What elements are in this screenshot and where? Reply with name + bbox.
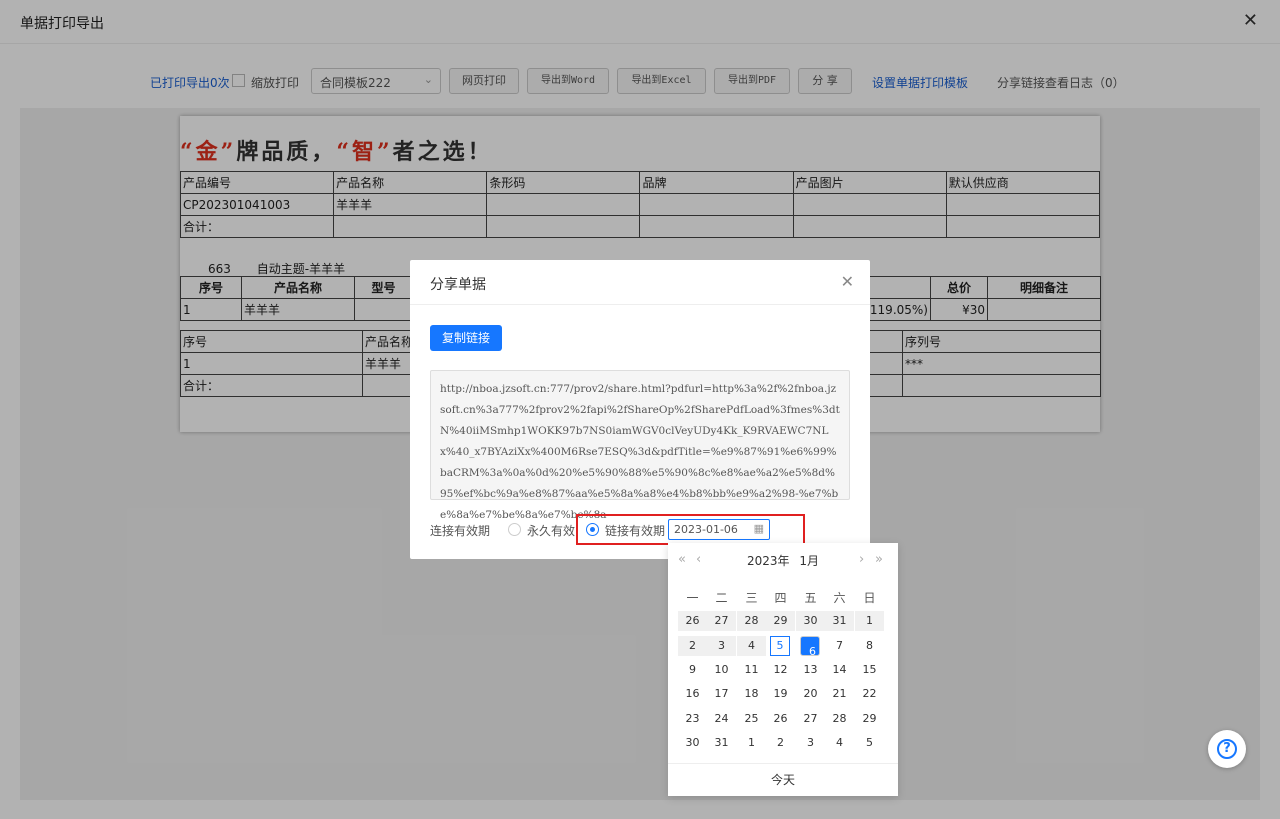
calendar-day[interactable]: 26 bbox=[678, 611, 707, 631]
weekday-label: 四 bbox=[774, 591, 787, 605]
forever-radio[interactable] bbox=[508, 523, 521, 536]
calendar-day[interactable]: 6 bbox=[800, 636, 820, 658]
weekday-label: 五 bbox=[804, 591, 817, 605]
calendar-day[interactable]: 26 bbox=[766, 709, 795, 729]
modal-header: 分享单据 ✕ bbox=[410, 260, 870, 305]
calendar-day[interactable]: 17 bbox=[707, 684, 736, 704]
calendar-day[interactable]: 24 bbox=[707, 709, 736, 729]
calendar-day[interactable]: 9 bbox=[678, 660, 707, 680]
year-label[interactable]: 2023年 bbox=[747, 554, 790, 568]
period-label[interactable]: 链接有效期 bbox=[605, 522, 665, 539]
calendar-day[interactable]: 10 bbox=[707, 660, 736, 680]
expiry-date-input[interactable]: 2023-01-06 ▦ bbox=[668, 519, 770, 540]
calendar-day[interactable]: 21 bbox=[825, 684, 854, 704]
calendar-day[interactable]: 3 bbox=[796, 733, 825, 753]
validity-label: 连接有效期 bbox=[430, 524, 491, 538]
date-picker: « ‹ 2023年 1月 › » 一二三四五六日 26 27 28 29 30 31 1 2 3… bbox=[668, 543, 898, 796]
calendar-day[interactable]: 5 bbox=[770, 636, 790, 656]
calendar-day[interactable]: 27 bbox=[707, 611, 736, 631]
calendar-day[interactable]: 13 bbox=[796, 660, 825, 680]
calendar-day[interactable]: 23 bbox=[678, 709, 707, 729]
calendar-day[interactable]: 2 bbox=[678, 636, 707, 656]
calendar-day[interactable]: 12 bbox=[766, 660, 795, 680]
calendar-day[interactable]: 28 bbox=[825, 709, 854, 729]
calendar-day[interactable]: 8 bbox=[855, 636, 884, 656]
weekday-label: 六 bbox=[833, 591, 846, 605]
calendar-icon: ▦ bbox=[753, 522, 764, 535]
weekday-label: 三 bbox=[745, 591, 758, 605]
calendar-day[interactable]: 11 bbox=[737, 660, 766, 680]
today-button[interactable]: 今天 bbox=[668, 763, 898, 796]
month-label[interactable]: 1月 bbox=[799, 554, 819, 568]
question-icon: ? bbox=[1217, 739, 1237, 759]
calendar-day[interactable]: 4 bbox=[737, 636, 766, 656]
close-icon[interactable]: ✕ bbox=[841, 272, 854, 291]
calendar-day[interactable]: 18 bbox=[737, 684, 766, 704]
next-year-icon[interactable]: » bbox=[875, 552, 883, 567]
calendar-day[interactable]: 22 bbox=[855, 684, 884, 704]
calendar-day[interactable]: 3 bbox=[707, 636, 736, 656]
calendar-day[interactable]: 14 bbox=[825, 660, 854, 680]
calendar-day[interactable]: 27 bbox=[796, 709, 825, 729]
calendar-day[interactable]: 31 bbox=[707, 733, 736, 753]
next-month-icon[interactable]: › bbox=[859, 552, 864, 567]
calendar-day[interactable]: 25 bbox=[737, 709, 766, 729]
calendar-day[interactable]: 28 bbox=[737, 611, 766, 631]
calendar-day[interactable]: 29 bbox=[855, 709, 884, 729]
period-radio[interactable] bbox=[586, 523, 599, 536]
share-url-textarea[interactable]: http://nboa.jzsoft.cn:777/prov2/share.ht… bbox=[430, 370, 850, 521]
calendar-day[interactable]: 30 bbox=[678, 733, 707, 753]
calendar-day[interactable]: 5 bbox=[855, 733, 884, 753]
weekday-label: 一 bbox=[686, 591, 699, 605]
expiry-date-value: 2023-01-06 bbox=[674, 523, 738, 536]
calendar-day[interactable]: 29 bbox=[766, 611, 795, 631]
share-modal: 分享单据 ✕ 复制链接 http://nboa.jzsoft.cn:777/pr… bbox=[410, 260, 870, 559]
forever-label[interactable]: 永久有效 bbox=[527, 522, 575, 539]
weekday-label: 日 bbox=[863, 591, 876, 605]
weekday-label: 二 bbox=[715, 591, 728, 605]
calendar-day[interactable]: 15 bbox=[855, 660, 884, 680]
calendar-day[interactable]: 7 bbox=[825, 636, 854, 656]
calendar-day[interactable]: 30 bbox=[796, 611, 825, 631]
calendar-day[interactable]: 19 bbox=[766, 684, 795, 704]
help-button[interactable]: ? bbox=[1208, 730, 1246, 768]
calendar-day[interactable]: 1 bbox=[855, 611, 884, 631]
modal-title: 分享单据 bbox=[430, 277, 486, 293]
calendar-day[interactable]: 1 bbox=[737, 733, 766, 753]
copy-link-button[interactable]: 复制链接 bbox=[430, 325, 502, 351]
calendar-day[interactable]: 20 bbox=[796, 684, 825, 704]
calendar-day[interactable]: 2 bbox=[766, 733, 795, 753]
calendar-day[interactable]: 31 bbox=[825, 611, 854, 631]
calendar-day[interactable]: 16 bbox=[678, 684, 707, 704]
calendar-day[interactable]: 4 bbox=[825, 733, 854, 753]
